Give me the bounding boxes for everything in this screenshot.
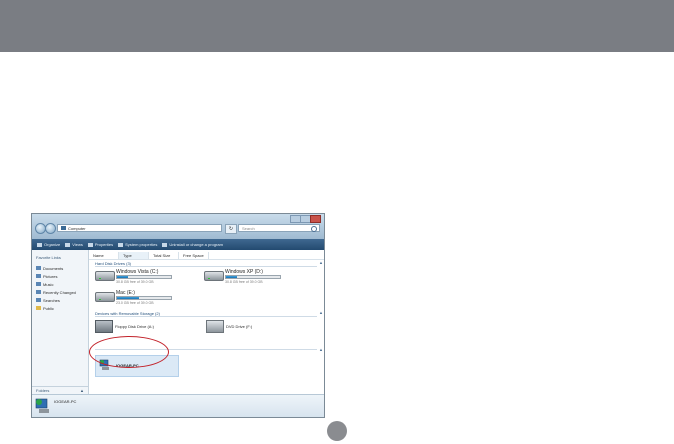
command-toolbar: Organize Views Properties System propert…: [32, 239, 324, 250]
column-total-size[interactable]: Total Size: [149, 252, 179, 259]
sidebar-item-label: Music: [43, 281, 54, 287]
search-icon: [311, 226, 317, 232]
drive-usage-fill: [117, 297, 140, 299]
properties-icon: [87, 242, 93, 247]
uninstall-program-button[interactable]: Uninstall or change a program: [162, 242, 223, 247]
sidebar-item-pictures[interactable]: Pictures: [32, 272, 88, 280]
music-icon: [36, 282, 41, 286]
searches-icon: [36, 298, 41, 302]
drive-d[interactable]: Windows XP (D:) 30.8 GB free of 39.0 GB: [204, 269, 286, 285]
views-label: Views: [72, 242, 83, 247]
device-name: Floppy Disk Drive (A:): [115, 324, 154, 329]
floppy-drive-icon: [95, 320, 113, 333]
forward-button[interactable]: [45, 223, 56, 234]
column-type[interactable]: Type: [119, 252, 149, 259]
drive-usage-fill: [226, 276, 238, 278]
drive-c[interactable]: Windows Vista (C:) 30.8 GB free of 39.0 …: [95, 269, 177, 285]
collapse-network-icon[interactable]: ▲: [319, 347, 323, 352]
properties-button[interactable]: Properties: [87, 242, 114, 247]
recently-changed-icon: [36, 290, 41, 294]
system-properties-label: System properties: [125, 242, 158, 247]
hard-drive-icon: [95, 292, 115, 302]
details-pane: IOGEAR-PC: [32, 394, 324, 417]
search-input[interactable]: Search: [238, 224, 320, 232]
page-number-marker: [327, 421, 347, 441]
organize-label: Organize: [44, 242, 61, 247]
documents-icon: [36, 266, 41, 270]
drive-free-space: 30.8 GB free of 39.0 GB: [225, 280, 263, 284]
refresh-button[interactable]: ↻: [225, 224, 237, 234]
sidebar-item-label: Recently Changed: [43, 289, 76, 295]
collapse-removable-icon[interactable]: ▲: [319, 310, 323, 315]
drive-usage-bar: [225, 275, 281, 279]
sidebar-item-label: Documents: [43, 265, 64, 271]
device-name: DVD Drive (F:): [226, 324, 253, 329]
hard-drive-icon: [204, 271, 224, 281]
favorite-links-heading: Favorite Links: [36, 255, 61, 260]
sidebar-item-label: Searches: [43, 297, 60, 303]
dvd-drive-icon: [206, 320, 224, 333]
address-bar[interactable]: Computer: [57, 224, 222, 232]
address-text: Computer: [68, 225, 86, 231]
network-computer-icon: [35, 398, 49, 413]
file-list: Name Type Total Size Free Space Hard Dis…: [89, 250, 324, 394]
drive-usage-fill: [117, 276, 129, 278]
views-icon: [65, 242, 71, 247]
close-button[interactable]: [310, 215, 321, 223]
drive-usage-bar: [116, 296, 172, 300]
computer-icon: [61, 226, 66, 230]
drive-free-space: 23.0 GB free of 39.0 GB: [116, 301, 154, 305]
properties-label: Properties: [94, 242, 114, 247]
uninstall-icon: [162, 242, 168, 247]
views-menu[interactable]: Views: [65, 242, 83, 247]
details-name: IOGEAR-PC: [54, 399, 77, 404]
public-icon: [36, 306, 41, 310]
collapse-hard-disks-icon[interactable]: ▲: [319, 260, 323, 265]
sidebar-item-label: Public: [43, 305, 54, 311]
group-divider: [95, 266, 317, 267]
sidebar-item-recently-changed[interactable]: Recently Changed: [32, 288, 88, 296]
drive-e[interactable]: Mac (E:) 23.0 GB free of 39.0 GB: [95, 290, 177, 306]
folders-toggle[interactable]: Folders ▲: [32, 386, 88, 394]
drive-usage-bar: [116, 275, 172, 279]
navigation-pane: Favorite Links Documents Pictures Music …: [32, 250, 89, 394]
dvd-drive[interactable]: DVD Drive (F:): [206, 320, 288, 334]
chevron-up-icon: ▲: [80, 388, 84, 393]
sidebar-item-label: Pictures: [43, 273, 58, 279]
explorer-window: Computer ↻ Search Organize Views Propert…: [31, 213, 325, 418]
title-bar: Computer ↻ Search: [32, 214, 324, 239]
sidebar-item-documents[interactable]: Documents: [32, 264, 88, 272]
hard-drive-icon: [95, 271, 115, 281]
organize-menu[interactable]: Organize: [37, 242, 60, 247]
drive-free-space: 30.8 GB free of 39.0 GB: [116, 280, 154, 284]
column-headers: Name Type Total Size Free Space: [89, 252, 324, 260]
organize-icon: [37, 242, 42, 247]
system-properties-button[interactable]: System properties: [118, 242, 157, 247]
sidebar-item-searches[interactable]: Searches: [32, 296, 88, 304]
sidebar-item-music[interactable]: Music: [32, 280, 88, 288]
system-properties-icon: [118, 242, 124, 247]
highlight-circle: [89, 336, 169, 368]
floppy-drive[interactable]: Floppy Disk Drive (A:): [95, 320, 177, 334]
pictures-icon: [36, 274, 41, 278]
uninstall-label: Uninstall or change a program: [169, 242, 223, 247]
folders-label: Folders: [36, 388, 50, 393]
group-divider: [95, 316, 317, 317]
search-placeholder: Search: [242, 225, 255, 231]
column-free-space[interactable]: Free Space: [179, 252, 209, 259]
sidebar-item-public[interactable]: Public: [32, 304, 88, 312]
column-name[interactable]: Name: [89, 252, 119, 259]
header-band: [0, 0, 674, 52]
